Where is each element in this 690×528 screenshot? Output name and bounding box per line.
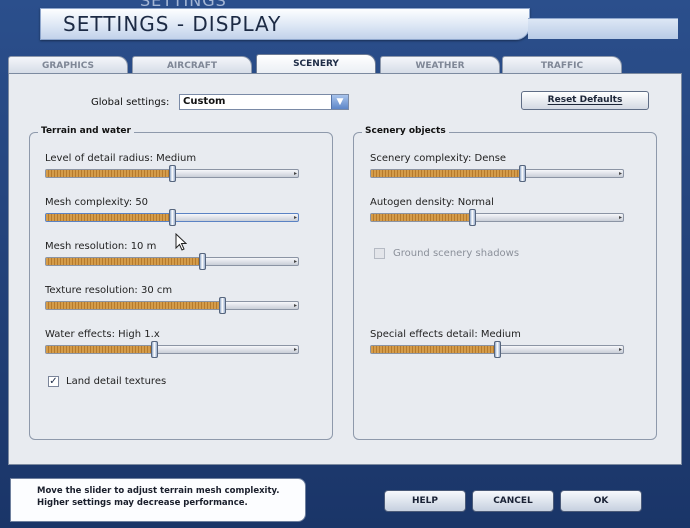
checkmark-icon: ✓ [49,376,58,387]
terrain-slider[interactable]: ▸ [45,297,299,314]
hint-box: Move the slider to adjust terrain mesh c… [10,478,306,522]
tab-bar: GRAPHICS AIRCRAFT SCENERY WEATHER TRAFFI… [8,54,688,75]
hint-line-1: Move the slider to adjust terrain mesh c… [37,486,280,496]
ground-shadows-checkbox[interactable] [374,248,385,259]
hint-line-2: Higher settings may decrease performance… [37,498,248,508]
slider-thumb[interactable] [169,209,176,226]
scenery-label: Autogen density: Normal [370,197,494,208]
terrain-label: Mesh resolution: 10 m [45,241,157,252]
tab-weather[interactable]: WEATHER [380,56,500,74]
footer: Move the slider to adjust terrain mesh c… [0,470,690,528]
land-detail-label: Land detail textures [66,376,167,387]
land-detail-checkbox[interactable]: ✓ [48,376,59,387]
slider-thumb[interactable] [494,341,501,358]
title-bar: SETTINGS - DISPLAY [40,8,530,40]
tab-graphics[interactable]: GRAPHICS [8,56,128,74]
ok-button[interactable]: OK [560,490,642,512]
reset-defaults-button[interactable]: Reset Defaults [521,91,649,110]
slider-end-arrow-icon: ▸ [293,214,297,221]
scenery-label: Special effects detail: Medium [370,329,521,340]
global-settings-label: Global settings: [91,97,170,108]
tab-aircraft[interactable]: AIRCRAFT [132,56,252,74]
scenery-slider[interactable]: ▸ [370,341,624,358]
terrain-label: Mesh complexity: 50 [45,197,149,208]
terrain-group-title: Terrain and water [38,126,134,136]
slider-end-arrow-icon: ▸ [293,170,297,177]
settings-window: SETTINGS SETTINGS - DISPLAY GRAPHICS AIR… [0,0,690,528]
terrain-slider[interactable]: ▸ [45,253,299,270]
terrain-slider[interactable]: ▸ [45,209,299,226]
help-button[interactable]: HELP [384,490,466,512]
title-bar-extension [528,18,678,39]
slider-thumb[interactable] [151,341,159,358]
chevron-down-icon[interactable]: ▼ [331,95,348,109]
slider-end-arrow-icon: ▸ [618,346,622,353]
slider-fill [371,214,472,221]
scenery-slider[interactable]: ▸ [370,209,624,226]
ground-shadows-label: Ground scenery shadows [393,248,520,259]
scenery-label: Scenery complexity: Dense [370,153,507,164]
slider-fill [46,258,203,265]
slider-fill [371,170,523,177]
scenery-panel: Global settings: Custom ▼ Reset Defaults… [8,73,682,465]
terrain-slider[interactable]: ▸ [45,165,299,182]
scenery-objects-group: Scenery objects Scenery complexity: Dens… [353,126,657,440]
tab-traffic[interactable]: TRAFFIC [502,56,622,74]
slider-end-arrow-icon: ▸ [293,302,297,309]
global-settings-select[interactable]: Custom ▼ [179,94,349,110]
slider-fill [46,346,155,353]
slider-thumb[interactable] [219,297,227,314]
scenery-group-title: Scenery objects [362,126,449,136]
slider-thumb[interactable] [169,165,176,182]
slider-end-arrow-icon: ▸ [618,214,622,221]
terrain-label: Level of detail radius: Medium [45,153,197,164]
slider-end-arrow-icon: ▸ [293,346,297,353]
slider-end-arrow-icon: ▸ [618,170,622,177]
terrain-setting: Mesh complexity: 50 ▸ [45,197,305,233]
terrain-group: Terrain and water Level of detail radius… [29,126,333,440]
terrain-setting: Level of detail radius: Medium ▸ [45,153,305,189]
slider-end-arrow-icon: ▸ [293,258,297,265]
tab-scenery[interactable]: SCENERY [256,54,376,75]
terrain-setting: Water effects: High 1.x ▸ [45,329,305,365]
slider-thumb[interactable] [468,209,476,226]
terrain-label: Water effects: High 1.x [45,329,160,340]
page-title: SETTINGS - DISPLAY [63,12,282,36]
slider-fill [46,214,172,221]
slider-thumb[interactable] [519,165,527,182]
slider-fill [46,170,172,177]
terrain-setting: Texture resolution: 30 cm ▸ [45,285,305,321]
terrain-slider[interactable]: ▸ [45,341,299,358]
mouse-pointer-icon [175,233,187,251]
scenery-slider[interactable]: ▸ [370,165,624,182]
terrain-label: Texture resolution: 30 cm [45,285,173,296]
slider-fill [46,302,223,309]
cancel-button[interactable]: CANCEL [472,490,554,512]
slider-fill [371,346,497,353]
scenery-setting: Scenery complexity: Dense ▸ [370,153,630,189]
scenery-setting: Autogen density: Normal ▸ [370,197,630,233]
slider-thumb[interactable] [199,253,207,270]
scenery-setting: Special effects detail: Medium ▸ [370,329,630,365]
global-settings-value: Custom [183,96,226,107]
